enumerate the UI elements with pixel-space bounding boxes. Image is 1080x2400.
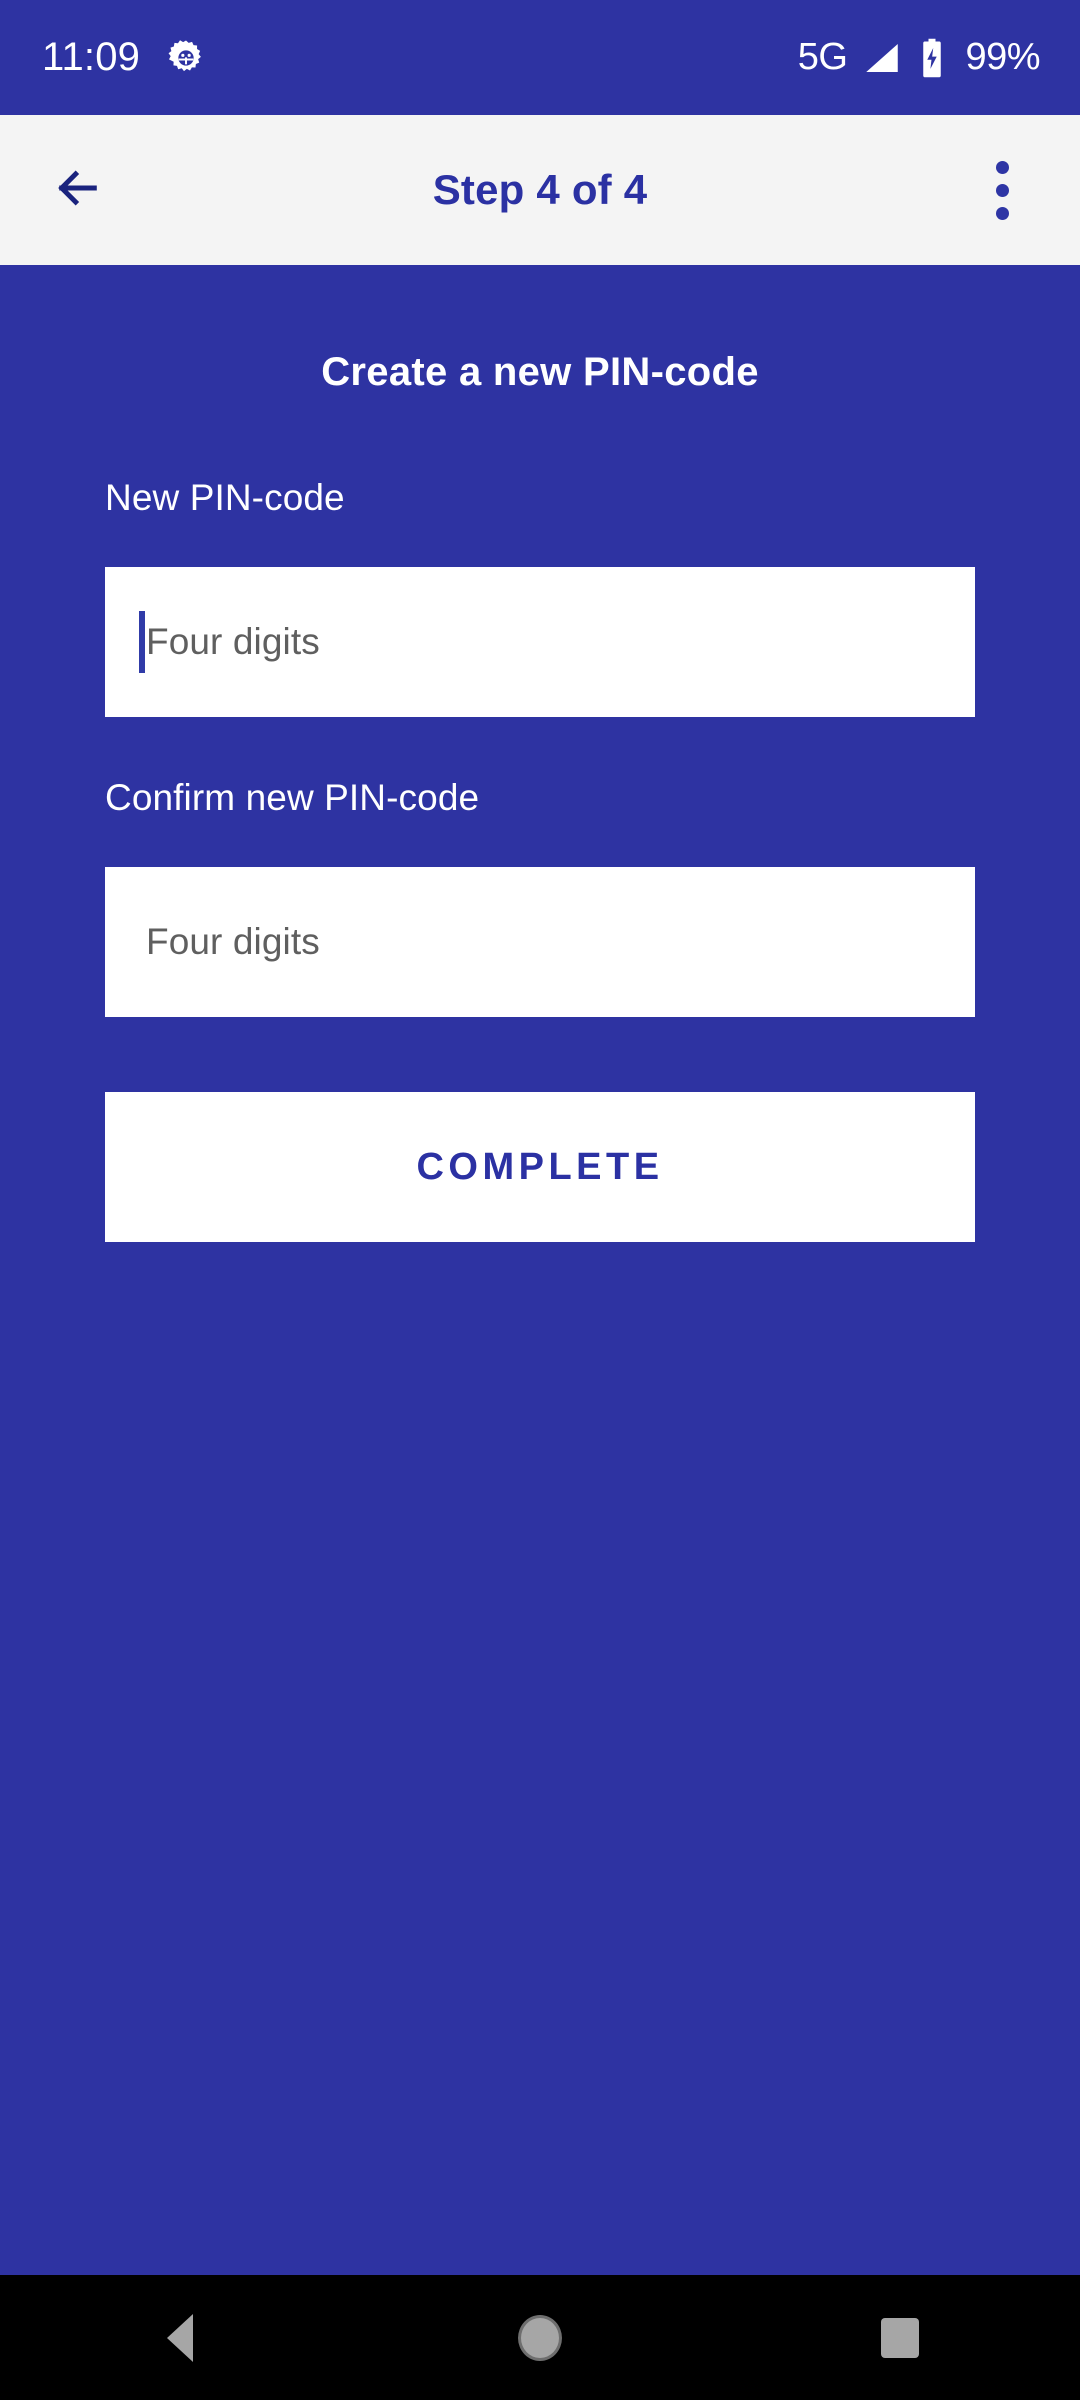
status-bar-clock: 11:09 [42, 35, 141, 79]
page-title: Step 4 of 4 [432, 166, 648, 213]
more-vertical-icon [995, 160, 1009, 174]
status-bar-right: 5G 99% [797, 36, 1041, 79]
signal-bars-icon [861, 37, 903, 79]
main-content: Create a new PIN-code New PIN-code Four … [0, 265, 1080, 2275]
square-recents-icon [881, 2317, 919, 2358]
battery-percent-label: 99% [965, 36, 1040, 78]
label-confirm-pin: Confirm new PIN-code [105, 777, 480, 818]
nav-back-button[interactable] [95, 2275, 265, 2400]
network-type-label: 5G [797, 36, 848, 78]
text-caret [139, 611, 145, 673]
app-bar: Step 4 of 4 [0, 115, 1080, 265]
nav-recents-button[interactable] [815, 2275, 985, 2400]
new-pin-input[interactable]: Four digits [105, 567, 975, 717]
arrow-left-icon [50, 160, 106, 221]
complete-button-label: COMPLETE [416, 1145, 664, 1188]
more-vertical-icon-dot [995, 206, 1009, 220]
new-pin-placeholder: Four digits [146, 621, 320, 662]
label-new-pin: New PIN-code [105, 477, 345, 518]
nav-home-button[interactable] [455, 2275, 625, 2400]
overflow-menu-button[interactable] [962, 142, 1042, 238]
gear-icon [166, 38, 206, 78]
back-button[interactable] [30, 142, 126, 238]
confirm-pin-placeholder: Four digits [146, 921, 320, 962]
phone-screen: 11:09 5G 99% Step 4 of 4 Create a new PI… [0, 0, 1080, 2400]
form-heading: Create a new PIN-code [321, 350, 759, 394]
circle-home-icon [518, 2314, 562, 2361]
triangle-back-icon [167, 2313, 193, 2362]
more-vertical-icon-dot [995, 183, 1009, 197]
status-bar-left: 11:09 [42, 35, 206, 80]
confirm-pin-input[interactable]: Four digits [105, 867, 975, 1017]
complete-button[interactable]: COMPLETE [105, 1092, 975, 1242]
system-navigation-bar [0, 2275, 1080, 2400]
status-bar: 11:09 5G 99% [0, 0, 1080, 115]
battery-charging-icon [917, 37, 947, 79]
